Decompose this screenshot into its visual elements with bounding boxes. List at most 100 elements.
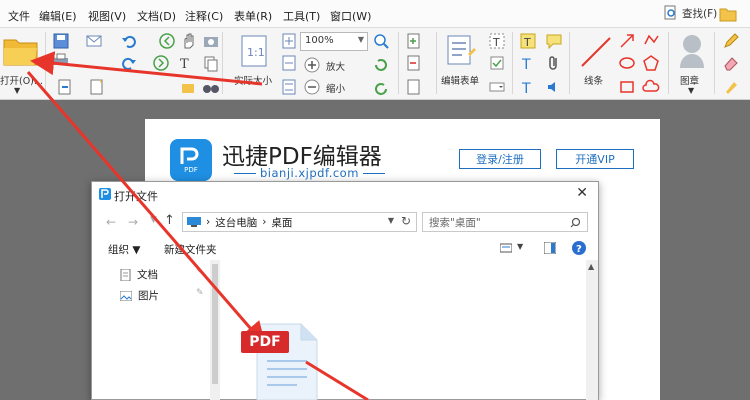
nav-item-documents[interactable]: 文档 <box>120 267 158 282</box>
stamp-icon[interactable] <box>676 32 708 70</box>
snapshot-icon[interactable] <box>202 32 220 50</box>
back-arrow-icon[interactable]: ← <box>106 215 116 229</box>
save-icon[interactable] <box>52 32 70 50</box>
binoculars-icon[interactable] <box>202 78 220 96</box>
command-bar: 组织 ▼ 新建文件夹 ▼ ? <box>92 238 598 260</box>
fit-visible-icon[interactable] <box>280 78 298 96</box>
copy-icon[interactable] <box>202 54 220 72</box>
nav-scrollbar[interactable] <box>210 260 220 400</box>
up-arrow-icon[interactable]: ↑ <box>164 213 175 228</box>
open-file-dialog: 打开文件 ✕ ← → ▼ ↑ › 这台电脑 › 桌面 ▼ ↻ 搜索"桌面" 组织… <box>91 181 599 400</box>
insert-page-icon[interactable] <box>405 32 423 50</box>
refresh-icon[interactable]: ↻ <box>401 214 411 228</box>
forward-arrow-icon[interactable]: → <box>128 215 138 229</box>
svg-text:?: ? <box>576 244 582 255</box>
rectangle-icon[interactable] <box>618 78 636 96</box>
sound-icon[interactable] <box>545 78 563 96</box>
actual-size-icon[interactable]: 1:1 <box>240 34 268 68</box>
combo-field-icon[interactable] <box>488 78 506 96</box>
path-chevron-icon: › <box>206 216 211 228</box>
note-icon[interactable] <box>545 32 563 50</box>
text-field-icon[interactable]: T <box>488 32 506 50</box>
zoom-select[interactable]: 100% ▼ <box>300 32 368 51</box>
open-vip-button[interactable]: 开通VIP <box>556 149 634 169</box>
file-list-scrollbar[interactable]: ▲ <box>586 260 598 400</box>
pentagon-icon[interactable] <box>642 54 660 72</box>
menu-edit[interactable]: 编辑(E) <box>39 8 77 24</box>
view-options-icon[interactable] <box>500 242 512 254</box>
email-icon[interactable] <box>85 32 103 50</box>
arrow-shape-icon[interactable] <box>618 32 636 50</box>
cloud-shape-icon[interactable] <box>642 78 660 96</box>
menu-tools[interactable]: 工具(T) <box>283 8 320 24</box>
menu-window[interactable]: 窗口(W) <box>330 8 371 24</box>
edit-form-label[interactable]: 编辑表单 <box>441 73 479 87</box>
help-icon[interactable]: ? <box>572 241 586 255</box>
organize-button[interactable]: 组织 ▼ <box>108 242 140 257</box>
zoom-out-icon[interactable] <box>303 78 321 96</box>
fit-page-icon[interactable] <box>280 32 298 50</box>
scroll-up-icon[interactable]: ▲ <box>588 262 594 271</box>
folder-search-icon[interactable] <box>719 5 737 23</box>
pin-icon[interactable]: ✎ <box>196 288 204 298</box>
rotate-ccw-icon[interactable] <box>372 80 390 98</box>
find-button[interactable]: 查找(F) <box>664 5 717 21</box>
close-icon[interactable]: ✕ <box>576 185 588 201</box>
edit-form-icon[interactable] <box>444 34 478 68</box>
text-box-icon[interactable]: T <box>519 32 537 50</box>
attach-icon[interactable] <box>180 78 198 96</box>
actual-size-label[interactable]: 实际大小 <box>234 73 272 87</box>
prev-page-icon[interactable] <box>158 32 176 50</box>
login-register-button[interactable]: 登录/注册 <box>459 149 541 169</box>
stamp-label[interactable]: 图章 <box>680 73 699 87</box>
next-page-icon[interactable] <box>152 54 170 72</box>
checkbox-field-icon[interactable] <box>488 54 506 72</box>
fit-width-icon[interactable] <box>280 54 298 72</box>
open-label[interactable]: 打开(O)... <box>0 73 43 87</box>
new-doc-icon[interactable] <box>88 78 106 96</box>
undo-icon[interactable] <box>120 32 138 50</box>
new-folder-button[interactable]: 新建文件夹 <box>164 242 217 257</box>
pdf-badge: PDF <box>241 331 289 353</box>
redo-icon[interactable] <box>120 54 138 72</box>
highlighter-icon[interactable] <box>722 78 740 96</box>
address-dropdown-icon[interactable]: ▼ <box>388 216 394 225</box>
split-page-icon[interactable] <box>405 78 423 96</box>
menu-comment[interactable]: 注释(C) <box>185 8 223 24</box>
rotate-icon[interactable] <box>372 56 390 74</box>
path-segment-pc[interactable]: 这台电脑 <box>215 215 257 230</box>
pencil-icon[interactable] <box>722 32 740 50</box>
attach-file-icon[interactable] <box>545 54 563 72</box>
typewriter-icon[interactable]: T <box>519 54 537 72</box>
search-input[interactable]: 搜索"桌面" <box>422 212 588 232</box>
open-folder-icon[interactable] <box>2 34 40 68</box>
menu-form[interactable]: 表单(R) <box>234 8 272 24</box>
ellipse-icon[interactable] <box>618 54 636 72</box>
view-dropdown-icon[interactable]: ▼ <box>517 242 523 251</box>
export-icon[interactable] <box>56 78 74 96</box>
stamp-dropdown-icon[interactable]: ▼ <box>688 86 694 95</box>
menu-file[interactable]: 文件 <box>8 8 30 24</box>
path-segment-desktop[interactable]: 桌面 <box>271 215 292 230</box>
recent-dropdown-icon[interactable]: ▼ <box>150 215 157 225</box>
eraser-icon[interactable] <box>722 54 740 72</box>
zoom-in-icon[interactable] <box>303 56 321 74</box>
pin-icon[interactable]: ✎ <box>196 267 204 277</box>
menu-document[interactable]: 文档(D) <box>137 8 176 24</box>
menu-view[interactable]: 视图(V) <box>88 8 126 24</box>
print-icon[interactable] <box>52 52 70 70</box>
select-text-icon[interactable]: T <box>178 54 196 72</box>
hand-icon[interactable] <box>180 32 198 50</box>
zoom-out-label[interactable]: 缩小 <box>326 81 345 95</box>
line-label[interactable]: 线条 <box>584 73 603 87</box>
extract-page-icon[interactable] <box>405 54 423 72</box>
polygon-line-icon[interactable] <box>642 32 660 50</box>
preview-pane-icon[interactable] <box>544 242 556 254</box>
text-tool-icon[interactable]: T <box>519 78 537 96</box>
zoom-tool-icon[interactable] <box>372 32 390 50</box>
nav-item-pictures[interactable]: 图片 <box>120 288 159 303</box>
line-icon[interactable] <box>578 34 614 70</box>
open-dropdown-icon[interactable]: ▼ <box>14 86 20 95</box>
zoom-in-label[interactable]: 放大 <box>326 59 345 73</box>
address-bar[interactable]: › 这台电脑 › 桌面 ▼ ↻ <box>182 212 417 232</box>
